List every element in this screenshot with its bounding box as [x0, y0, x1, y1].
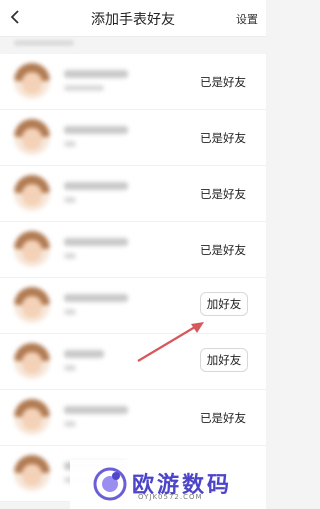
contact-subtitle-blurred — [64, 197, 76, 203]
contact-row: 已是好友 — [0, 166, 266, 222]
contact-row: 加好友 — [0, 278, 266, 334]
brand-logo-icon — [93, 467, 127, 501]
page-title: 添加手表好友 — [91, 12, 175, 28]
watermark-url: OYJK0572.COM — [138, 493, 203, 501]
contact-row: 加好友 — [0, 334, 266, 390]
avatar — [14, 231, 50, 267]
contact-list: 已是好友 已是好友 已是好友 已是好友 加好友 加好友 已是好友 — [0, 54, 266, 502]
contact-name-blurred — [64, 182, 128, 190]
watermark: 欧游数码 OYJK0572.COM — [70, 460, 266, 509]
friend-status: 已是好友 — [200, 131, 246, 145]
friend-status: 已是好友 — [200, 75, 246, 89]
friend-status: 已是好友 — [200, 187, 246, 201]
friend-status: 已是好友 — [200, 243, 246, 257]
avatar — [14, 455, 50, 491]
contact-subtitle-blurred — [64, 365, 76, 371]
avatar — [14, 119, 50, 155]
contact-subtitle-blurred — [64, 85, 104, 91]
contact-name-blurred — [64, 350, 104, 358]
avatar — [14, 343, 50, 379]
avatar — [14, 175, 50, 211]
add-friend-button[interactable]: 加好友 — [200, 348, 248, 372]
avatar — [14, 63, 50, 99]
contact-subtitle-blurred — [64, 141, 76, 147]
friend-status: 已是好友 — [200, 411, 246, 425]
contact-row: 已是好友 — [0, 110, 266, 166]
contact-name-blurred — [64, 238, 128, 246]
contact-name-blurred — [64, 294, 128, 302]
contact-subtitle-blurred — [64, 421, 76, 427]
settings-button[interactable]: 设置 — [236, 11, 258, 27]
add-friend-button[interactable]: 加好友 — [200, 292, 248, 316]
contact-subtitle-blurred — [64, 253, 76, 259]
section-label-blurred — [14, 40, 74, 46]
contact-row: 已是好友 — [0, 390, 266, 446]
top-bar: 添加手表好友 设置 — [0, 0, 266, 37]
contact-name-blurred — [64, 70, 128, 78]
contact-name-blurred — [64, 406, 128, 414]
contact-row: 已是好友 — [0, 54, 266, 110]
contact-row: 已是好友 — [0, 222, 266, 278]
avatar — [14, 399, 50, 435]
avatar — [14, 287, 50, 323]
contact-name-blurred — [64, 126, 128, 134]
contact-subtitle-blurred — [64, 309, 76, 315]
